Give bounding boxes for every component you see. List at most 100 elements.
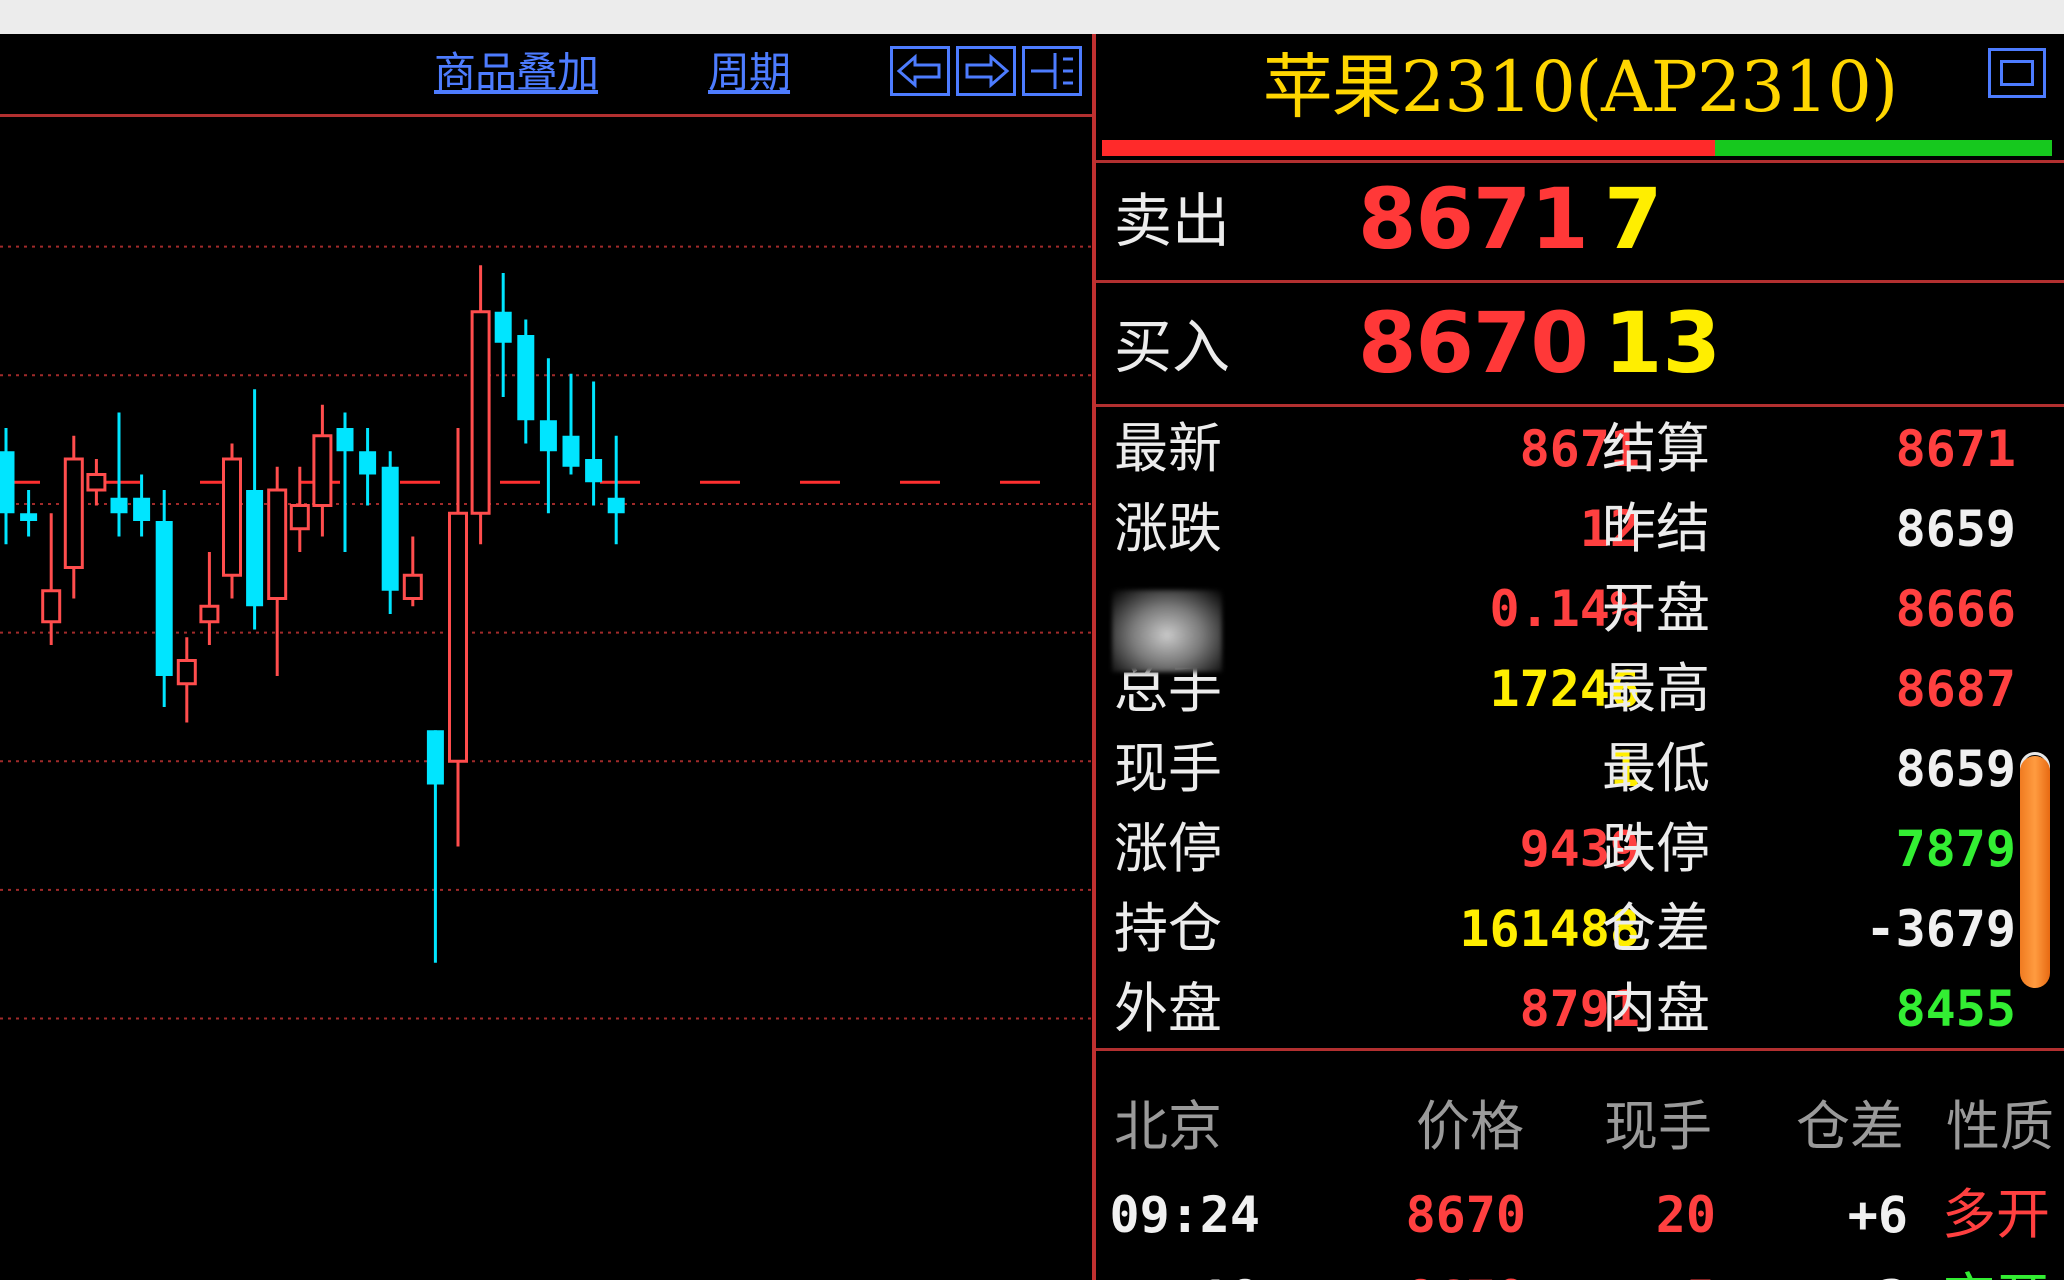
stat-label: 现手: [1114, 737, 1222, 800]
stat-label: 跌停: [1602, 817, 1710, 880]
tick-header[interactable]: 仓差: [1796, 1094, 1904, 1160]
stat-label: 涨停: [1114, 817, 1222, 880]
tick-time: 09:24: [1109, 1186, 1260, 1244]
tick-type: 多开: [1942, 1183, 2050, 1246]
stat-label: 仓差: [1602, 897, 1710, 960]
layout-icon: [1031, 53, 1073, 89]
tick-oi: +3: [1648, 1266, 1908, 1280]
pan-right-icon: [965, 53, 1010, 89]
tick-header[interactable]: 性质: [1946, 1094, 2054, 1160]
stat-label: 结算: [1602, 417, 1710, 480]
divider: [1096, 404, 2064, 407]
tick-header[interactable]: 价格: [1416, 1094, 1524, 1160]
stat-value: 8687: [1895, 660, 2016, 718]
candle-body: [539, 420, 557, 452]
stat-value: 7879: [1895, 820, 2016, 878]
candle-body: [359, 451, 377, 475]
candle-body: [222, 457, 242, 577]
candle-body: [199, 604, 220, 624]
kline-chart-pane[interactable]: 商品叠加 周期: [0, 34, 1092, 1280]
stat-value: 9439: [1519, 820, 1640, 878]
ask-label: 卖出: [1114, 187, 1231, 255]
candle-body: [246, 490, 264, 607]
candle-body: [562, 435, 580, 467]
candle-body: [517, 335, 535, 421]
candle-body: [41, 589, 62, 624]
pan-right-button[interactable]: [956, 46, 1016, 96]
quote-panel: 苹果2310(AP2310) 卖出 8671 7 买入 8670 13 最新 86…: [1096, 34, 2064, 1280]
stat-value: 8671: [1519, 420, 1640, 478]
stat-value: 8666: [1895, 580, 2016, 638]
stat-value: -3679: [1865, 900, 2016, 958]
candle-body: [20, 513, 38, 521]
candle-body: [470, 310, 491, 515]
candle-body: [133, 497, 151, 521]
maximize-button[interactable]: [1988, 48, 2046, 98]
stat-label: 外盘: [1114, 977, 1222, 1040]
scrollbar-thumb[interactable]: [2020, 756, 2050, 988]
candle-body: [381, 466, 399, 591]
redacted-label: [1112, 590, 1222, 672]
stat-label: 涨跌: [1114, 497, 1222, 560]
sell-ratio-fill: [1714, 140, 2052, 156]
pan-left-icon: [896, 53, 941, 89]
stat-value: 8671: [1895, 420, 2016, 478]
window-top-strip: [0, 0, 2064, 34]
stat-value: 1: [1609, 740, 1640, 798]
candle-body: [494, 311, 512, 343]
buy-ratio-fill: [1102, 140, 1715, 156]
candle-body: [402, 573, 423, 600]
buy-sell-ratio-bar: [1102, 140, 2052, 156]
bid-price[interactable]: 8670: [1358, 298, 1589, 388]
divider: [1096, 1048, 2064, 1051]
stat-value: 8659: [1895, 740, 2016, 798]
candle-body: [585, 459, 603, 483]
candle-body: [312, 434, 333, 507]
stat-label: 最低: [1602, 737, 1710, 800]
contract-title: 苹果2310(AP2310): [1262, 46, 1899, 128]
stat-value: 17246: [1489, 660, 1640, 718]
stat-label: 持仓: [1114, 897, 1222, 960]
candle-body: [110, 497, 128, 514]
kline-chart[interactable]: [0, 118, 1092, 1280]
chart-divider: [0, 114, 1092, 117]
tick-header[interactable]: 现手: [1604, 1094, 1712, 1160]
bid-volume: 13: [1604, 294, 1721, 392]
stat-value: 0.14%: [1489, 580, 1640, 638]
stat-label: 内盘: [1602, 977, 1710, 1040]
stat-value: 8791: [1519, 980, 1640, 1038]
candle-body: [63, 457, 84, 569]
stat-value: 8659: [1895, 500, 2016, 558]
ask-price[interactable]: 8671: [1358, 174, 1589, 264]
layout-button[interactable]: [1022, 46, 1082, 96]
tick-header[interactable]: 北京: [1114, 1094, 1222, 1160]
commodity-overlay-link[interactable]: 商品叠加: [434, 46, 599, 100]
stat-value: 12: [1579, 500, 1640, 558]
period-link[interactable]: 周期: [708, 46, 791, 100]
tick-type: 空开: [1942, 1266, 2050, 1280]
chart-toolbar: 商品叠加 周期: [0, 34, 1092, 114]
candle-body: [0, 451, 15, 514]
stat-label: 昨结: [1602, 497, 1710, 560]
candle-body: [267, 488, 288, 600]
stat-label: 最新: [1114, 417, 1222, 480]
stat-value: 161488: [1459, 900, 1640, 958]
stat-label: 最高: [1602, 657, 1710, 720]
candle-body: [336, 428, 354, 452]
candle-body: [607, 497, 625, 514]
divider: [1096, 280, 2064, 283]
pan-left-button[interactable]: [890, 46, 950, 96]
candle-body: [155, 521, 173, 676]
divider: [1096, 160, 2064, 163]
stat-label: 开盘: [1602, 577, 1710, 640]
candle-body: [448, 511, 468, 763]
tick-oi: +6: [1847, 1186, 1908, 1244]
candle-body: [426, 730, 444, 785]
tick-time: :18: [1096, 1266, 1260, 1280]
bid-label: 买入: [1114, 313, 1231, 381]
ask-volume: 7: [1604, 170, 1663, 268]
candle-body: [86, 473, 107, 492]
candle-body: [289, 504, 310, 531]
candle-body: [176, 659, 197, 686]
stat-value: 8455: [1895, 980, 2016, 1038]
